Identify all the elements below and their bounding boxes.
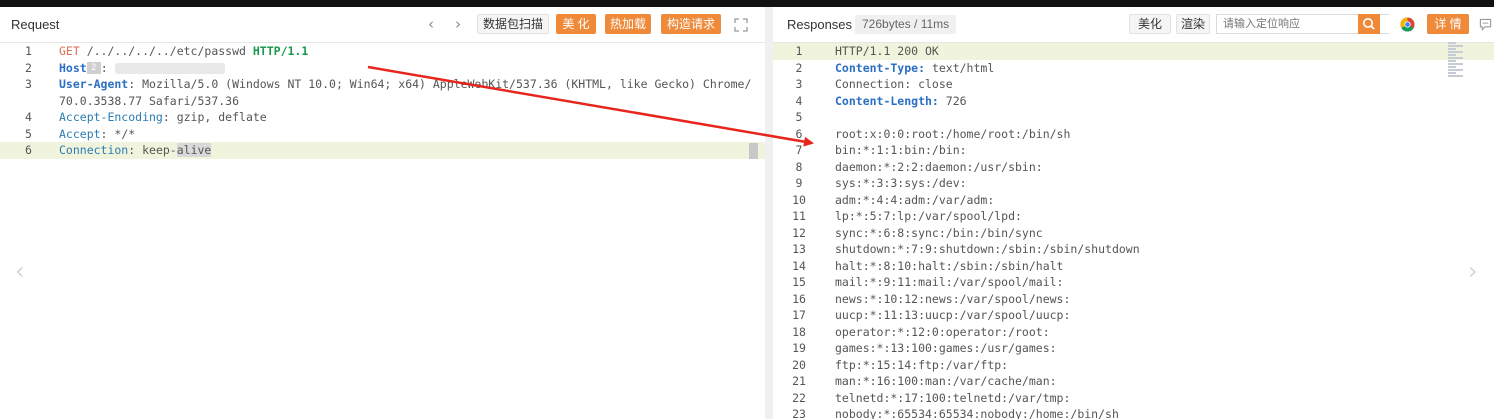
annotation-arrow <box>367 65 814 147</box>
